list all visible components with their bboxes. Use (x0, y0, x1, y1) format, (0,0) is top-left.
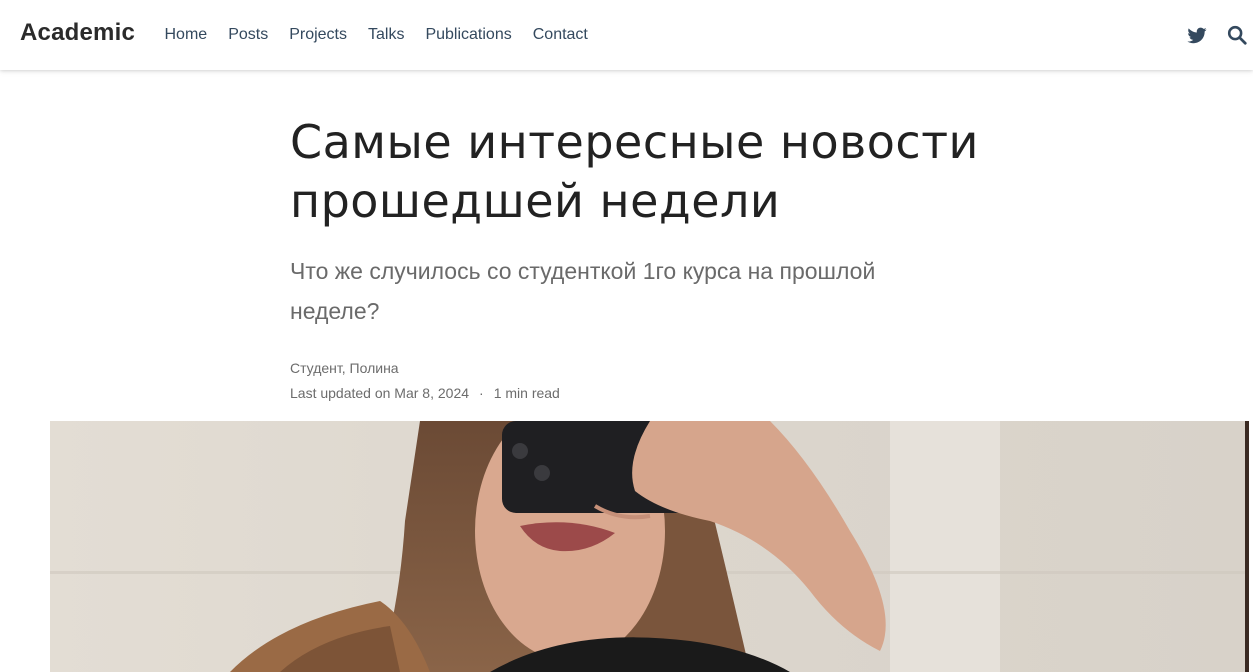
nav-projects[interactable]: Projects (279, 24, 358, 46)
nav-contact[interactable]: Contact (522, 24, 598, 46)
article-header: Самые интересные новости прошедшей недел… (290, 113, 1010, 406)
navbar: Academic Home Posts Projects Talks Publi… (0, 0, 1253, 70)
last-updated: Last updated on Mar 8, 2024 (290, 385, 470, 401)
author-link[interactable]: Полина (350, 360, 399, 376)
meta-separator: · (479, 385, 484, 401)
image-edge-bar (1245, 421, 1249, 672)
nav-talks[interactable]: Talks (358, 24, 415, 46)
reading-time: 1 min read (493, 385, 560, 401)
article-title: Самые интересные новости прошедшей недел… (290, 115, 979, 228)
nav-home[interactable]: Home (154, 24, 218, 46)
nav-posts[interactable]: Posts (218, 24, 279, 46)
author-link[interactable]: Студент (290, 360, 342, 376)
author-list: Студент, Полина (290, 356, 1010, 381)
article-metadata: Студент, Полина Last updated on Mar 8, 2… (290, 356, 1010, 406)
twitter-icon[interactable] (1186, 24, 1208, 46)
article-date-line: Last updated on Mar 8, 2024 · 1 min read (290, 381, 1010, 406)
author-separator: , (341, 360, 350, 376)
site-brand[interactable]: Academic (20, 19, 135, 47)
search-icon[interactable] (1226, 24, 1248, 46)
nav-publications[interactable]: Publications (415, 24, 522, 46)
article-subtitle: Что же случилось со студенткой 1го курса… (290, 258, 876, 324)
featured-image (50, 421, 1249, 672)
main-nav: Home Posts Projects Talks Publications C… (154, 24, 598, 46)
